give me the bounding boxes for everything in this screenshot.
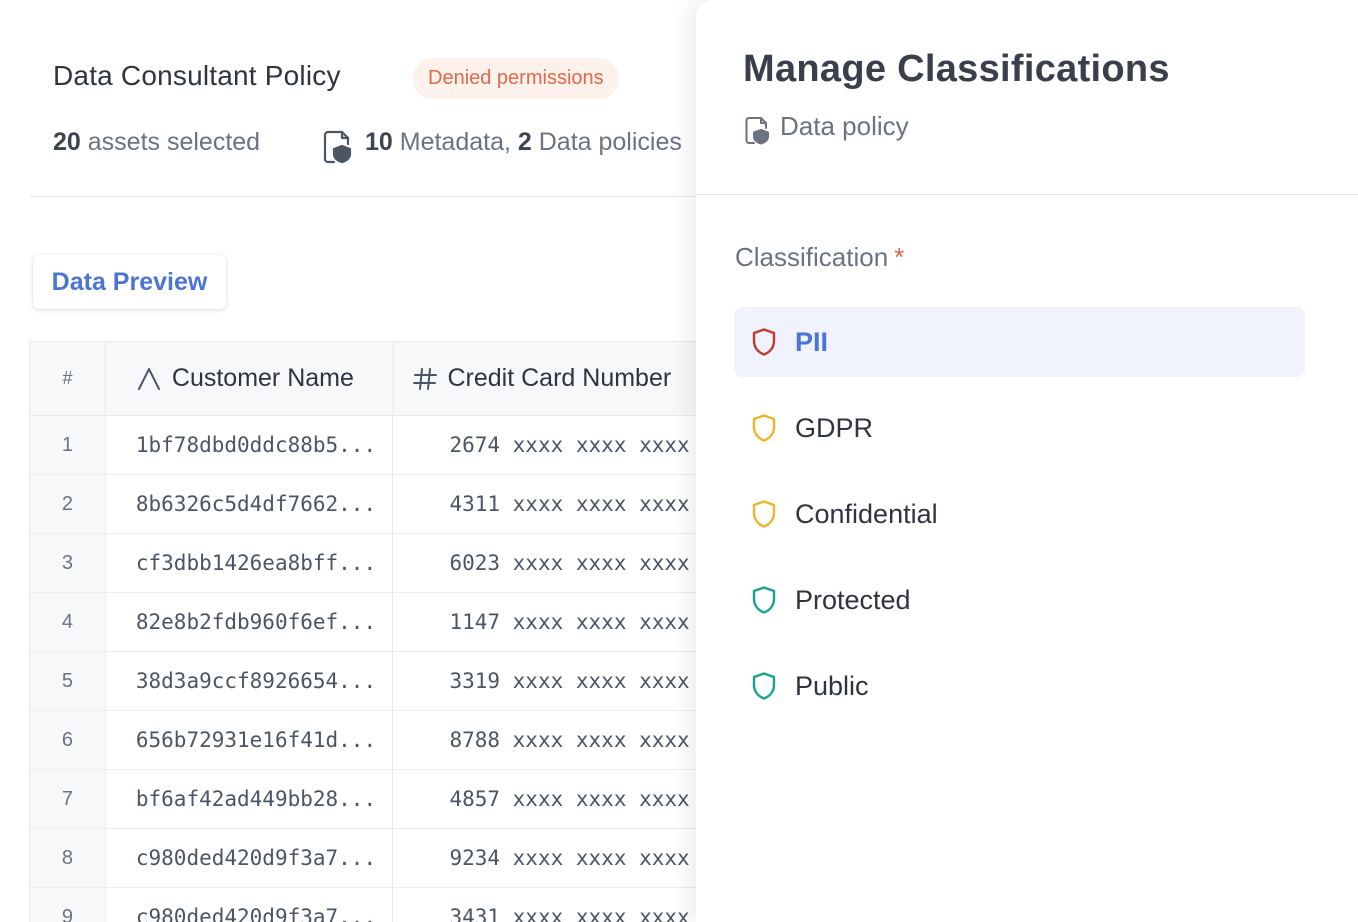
- row-index-cell: 9: [30, 888, 106, 922]
- column-header-index[interactable]: #: [30, 342, 106, 415]
- row-index-cell: 4: [30, 593, 106, 651]
- credit-card-cell: 3431 xxxx xxxx xxxx: [393, 888, 729, 922]
- column-label: Customer Name: [171, 364, 354, 392]
- metadata-count: 10: [365, 128, 393, 156]
- column-label: Credit Card Number: [447, 364, 672, 392]
- row-index-cell: 6: [30, 711, 106, 769]
- policies-text: Data policies: [531, 128, 682, 156]
- assets-selected: 20 assets selected: [53, 128, 260, 157]
- credit-card-cell: 9234 xxxx xxxx xxxx: [393, 829, 729, 887]
- policy-title: Data Consultant Policy: [53, 60, 341, 91]
- credit-card-cell: 4857 xxxx xxxx xxxx: [393, 770, 729, 828]
- column-header-customer-name[interactable]: Customer Name: [106, 342, 394, 415]
- credit-card-cell: 3319 xxxx xxxx xxxx: [393, 652, 729, 710]
- option-label: Confidential: [795, 498, 938, 529]
- table-row[interactable]: 6 656b72931e16f41d... 8788 xxxx xxxx xxxx: [30, 711, 729, 770]
- credit-card-cell: 2674 xxxx xxxx xxxx: [393, 416, 729, 474]
- table-row[interactable]: 8 c980ded420d9f3a7... 9234 xxxx xxxx xxxx: [30, 829, 729, 888]
- required-mark: *: [894, 242, 905, 272]
- policy-document-icon: [323, 130, 352, 164]
- policy-document-icon: [745, 117, 769, 145]
- shield-icon: [752, 414, 776, 442]
- shield-icon: [752, 586, 776, 614]
- drawer-subtitle: Data policy: [780, 111, 909, 141]
- policies-count: 2: [517, 128, 532, 156]
- credit-card-cell: 1147 xxxx xxxx xxxx: [393, 593, 729, 651]
- customer-name-cell: 656b72931e16f41d...: [106, 711, 394, 769]
- drawer-divider: [696, 194, 1358, 195]
- customer-name-cell: c980ded420d9f3a7...: [106, 829, 394, 887]
- row-index-cell: 5: [30, 652, 106, 710]
- header-divider: [30, 196, 710, 197]
- classification-label-text: Classification: [735, 242, 889, 272]
- metadata-text: Metadata,: [392, 128, 518, 156]
- tab-data-preview[interactable]: Data Preview: [33, 255, 226, 309]
- table-row[interactable]: 1 1bf78dbd0ddc88b5... 2674 xxxx xxxx xxxx: [30, 416, 729, 475]
- table-row[interactable]: 7 bf6af42ad449bb28... 4857 xxxx xxxx xxxx: [30, 770, 729, 829]
- customer-name-cell: cf3dbb1426ea8bff...: [106, 534, 394, 592]
- credit-card-cell: 8788 xxxx xxxx xxxx: [393, 711, 729, 769]
- customer-name-cell: c980ded420d9f3a7...: [106, 888, 394, 922]
- credit-card-cell: 4311 xxxx xxxx xxxx: [393, 475, 729, 533]
- table-body: 1 1bf78dbd0ddc88b5... 2674 xxxx xxxx xxxx 2…: [30, 416, 729, 922]
- row-index-cell: 8: [30, 829, 106, 887]
- row-index-cell: 3: [30, 534, 106, 592]
- assets-text: assets selected: [80, 128, 261, 156]
- column-header-credit-card-number[interactable]: Credit Card Number: [394, 342, 730, 415]
- shield-icon: [752, 500, 776, 528]
- assets-count: 20: [53, 128, 81, 156]
- classification-option-confidential[interactable]: Confidential: [734, 479, 1305, 549]
- customer-name-cell: 38d3a9ccf8926654...: [106, 652, 394, 710]
- data-preview-table: # Customer Name Credit Card Number 1 1bf7…: [29, 341, 730, 922]
- table-row[interactable]: 5 38d3a9ccf8926654... 3319 xxxx xxxx xxxx: [30, 652, 729, 711]
- row-index-cell: 2: [30, 475, 106, 533]
- classification-option-protected[interactable]: Protected: [734, 565, 1305, 635]
- table-row[interactable]: 2 8b6326c5d4df7662... 4311 xxxx xxxx xxxx: [30, 475, 729, 534]
- option-label: Protected: [795, 584, 911, 615]
- credit-card-cell: 6023 xxxx xxxx xxxx: [393, 534, 729, 592]
- option-label: PII: [795, 326, 829, 357]
- shield-icon: [752, 328, 776, 356]
- text-type-icon: [137, 367, 160, 390]
- classification-option-public[interactable]: Public: [734, 651, 1305, 721]
- customer-name-cell: 8b6326c5d4df7662...: [106, 475, 394, 533]
- table-row[interactable]: 3 cf3dbb1426ea8bff... 6023 xxxx xxxx xxxx: [30, 534, 729, 593]
- row-index-cell: 1: [30, 416, 106, 474]
- manage-classifications-drawer: Manage Classifications Data policy Class…: [696, 0, 1358, 922]
- hash-icon: [412, 367, 437, 390]
- shield-icon: [752, 672, 776, 700]
- status-badge: Denied permissions: [413, 58, 619, 99]
- policy-summary: 10 Metadata, 2 Data policies: [365, 128, 682, 157]
- customer-name-cell: 1bf78dbd0ddc88b5...: [106, 416, 394, 474]
- classification-label: Classification *: [735, 242, 904, 273]
- row-index-cell: 7: [30, 770, 106, 828]
- customer-name-cell: bf6af42ad449bb28...: [106, 770, 394, 828]
- table-row[interactable]: 9 c980ded420d9f3a7... 3431 xxxx xxxx xxxx: [30, 888, 729, 922]
- classification-option-pii[interactable]: PII: [734, 307, 1305, 377]
- option-label: Public: [795, 670, 869, 701]
- table-header: # Customer Name Credit Card Number: [30, 342, 730, 416]
- classification-option-gdpr[interactable]: GDPR: [734, 393, 1305, 463]
- drawer-title: Manage Classifications: [743, 48, 1170, 90]
- customer-name-cell: 82e8b2fdb960f6ef...: [106, 593, 394, 651]
- option-label: GDPR: [795, 412, 874, 443]
- table-row[interactable]: 4 82e8b2fdb960f6ef... 1147 xxxx xxxx xxxx: [30, 593, 729, 652]
